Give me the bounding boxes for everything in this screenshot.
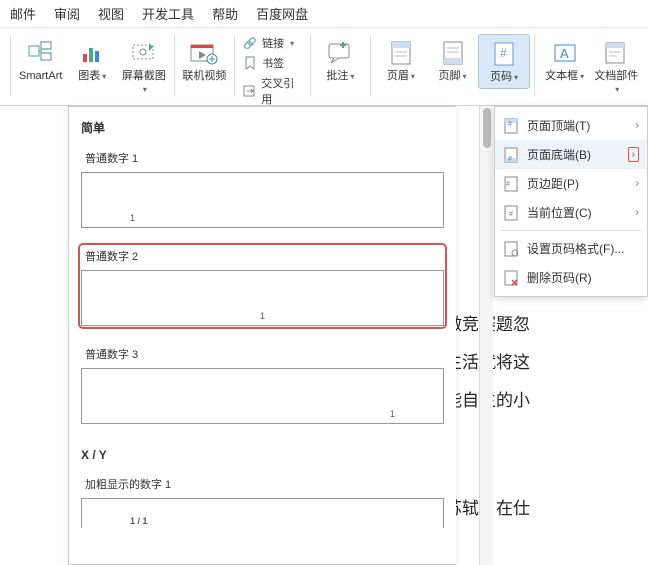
gallery-item-plain3[interactable]: 普通数字 3 1 — [81, 344, 444, 424]
chart-button[interactable]: 图表▾ — [67, 34, 119, 87]
svg-text:#: # — [506, 181, 510, 188]
menu-current-pos[interactable]: # 当前位置(C)› — [495, 198, 647, 227]
online-video-button[interactable]: 联机视频 — [179, 34, 231, 87]
footer-icon — [438, 38, 468, 68]
gallery-item-plain2[interactable]: 普通数字 2 1 — [81, 246, 444, 326]
pagenum-menu: # 页面顶端(T)› # 页面底端(B)› # 页边距(P)› # 当前位置(C… — [494, 106, 648, 297]
menu-page-top[interactable]: # 页面顶端(T)› — [495, 111, 647, 140]
pagenum-gallery: 简单 普通数字 1 1 普通数字 2 1 普通数字 3 1 X / Y 加粗显示… — [68, 106, 456, 565]
screenshot-button[interactable]: 屏幕截图▾ — [118, 34, 170, 100]
gallery-section-simple: 简单 — [77, 113, 448, 144]
textbox-button[interactable]: A 文本框▾ — [539, 34, 591, 87]
header-icon — [386, 38, 416, 68]
menu-remove-pagenum[interactable]: 删除页码(R) — [495, 263, 647, 292]
link-icon: 🔗 — [242, 35, 258, 51]
gallery-section-xy: X / Y — [77, 442, 448, 470]
remove-icon — [503, 270, 519, 286]
ribbon: SmartArt 图表▾ 屏幕截图▾ 联机视频 🔗链接▾ 书签 交叉引用 批注▾… — [0, 28, 648, 106]
links-group: 🔗链接▾ 书签 交叉引用 — [239, 34, 306, 108]
comment-button[interactable]: 批注▾ — [315, 34, 367, 87]
page-bottom-icon: # — [503, 147, 519, 163]
pagenum-button[interactable]: # 页码▾ — [478, 34, 530, 89]
quickparts-icon — [601, 38, 631, 68]
format-icon — [503, 241, 519, 257]
video-icon — [189, 38, 219, 68]
bookmark-button[interactable]: 书签 — [239, 54, 306, 72]
comment-icon — [325, 38, 355, 68]
menu-page-bottom[interactable]: # 页面底端(B)› — [495, 140, 647, 169]
smartart-icon — [26, 38, 56, 68]
menu-view[interactable]: 视图 — [98, 4, 124, 23]
menu-mail[interactable]: 邮件 — [10, 4, 36, 23]
current-pos-icon: # — [503, 205, 519, 221]
menu-dev[interactable]: 开发工具 — [142, 4, 194, 23]
page-margin-icon: # — [503, 176, 519, 192]
menu-page-margin[interactable]: # 页边距(P)› — [495, 169, 647, 198]
footer-button[interactable]: 页脚▾ — [427, 34, 479, 87]
gallery-item-plain1[interactable]: 普通数字 1 1 — [81, 148, 444, 228]
menu-format-pagenum[interactable]: 设置页码格式(F)... — [495, 234, 647, 263]
chevron-right-icon: › — [636, 207, 639, 218]
page-top-icon: # — [503, 118, 519, 134]
header-button[interactable]: 页眉▾ — [375, 34, 427, 87]
svg-text:#: # — [509, 211, 513, 218]
screenshot-icon — [129, 38, 159, 68]
menu-baidu[interactable]: 百度网盘 — [256, 4, 308, 23]
bookmark-icon — [242, 55, 258, 71]
menu-bar: 邮件 审阅 视图 开发工具 帮助 百度网盘 — [0, 0, 648, 28]
chevron-right-icon: › — [636, 178, 639, 189]
chevron-right-icon: › — [628, 147, 639, 162]
chart-icon — [77, 38, 107, 68]
svg-text:A: A — [560, 46, 569, 61]
svg-text:#: # — [508, 121, 512, 128]
menu-help[interactable]: 帮助 — [212, 4, 238, 23]
svg-text:#: # — [508, 156, 512, 163]
pagenum-icon: # — [489, 39, 519, 69]
link-button[interactable]: 🔗链接▾ — [239, 34, 306, 52]
chevron-right-icon: › — [636, 120, 639, 131]
gallery-item-bold1[interactable]: 加粗显示的数字 1 1 / 1 — [81, 474, 444, 528]
crossref-icon — [242, 83, 257, 99]
svg-text:#: # — [500, 46, 507, 60]
crossref-button[interactable]: 交叉引用 — [239, 74, 306, 108]
textbox-icon: A — [550, 38, 580, 68]
smartart-button[interactable]: SmartArt — [15, 34, 67, 87]
gallery-scrollbar[interactable] — [479, 106, 493, 565]
menu-review[interactable]: 审阅 — [54, 4, 80, 23]
quickparts-button[interactable]: 文档部件▾ — [590, 34, 642, 100]
